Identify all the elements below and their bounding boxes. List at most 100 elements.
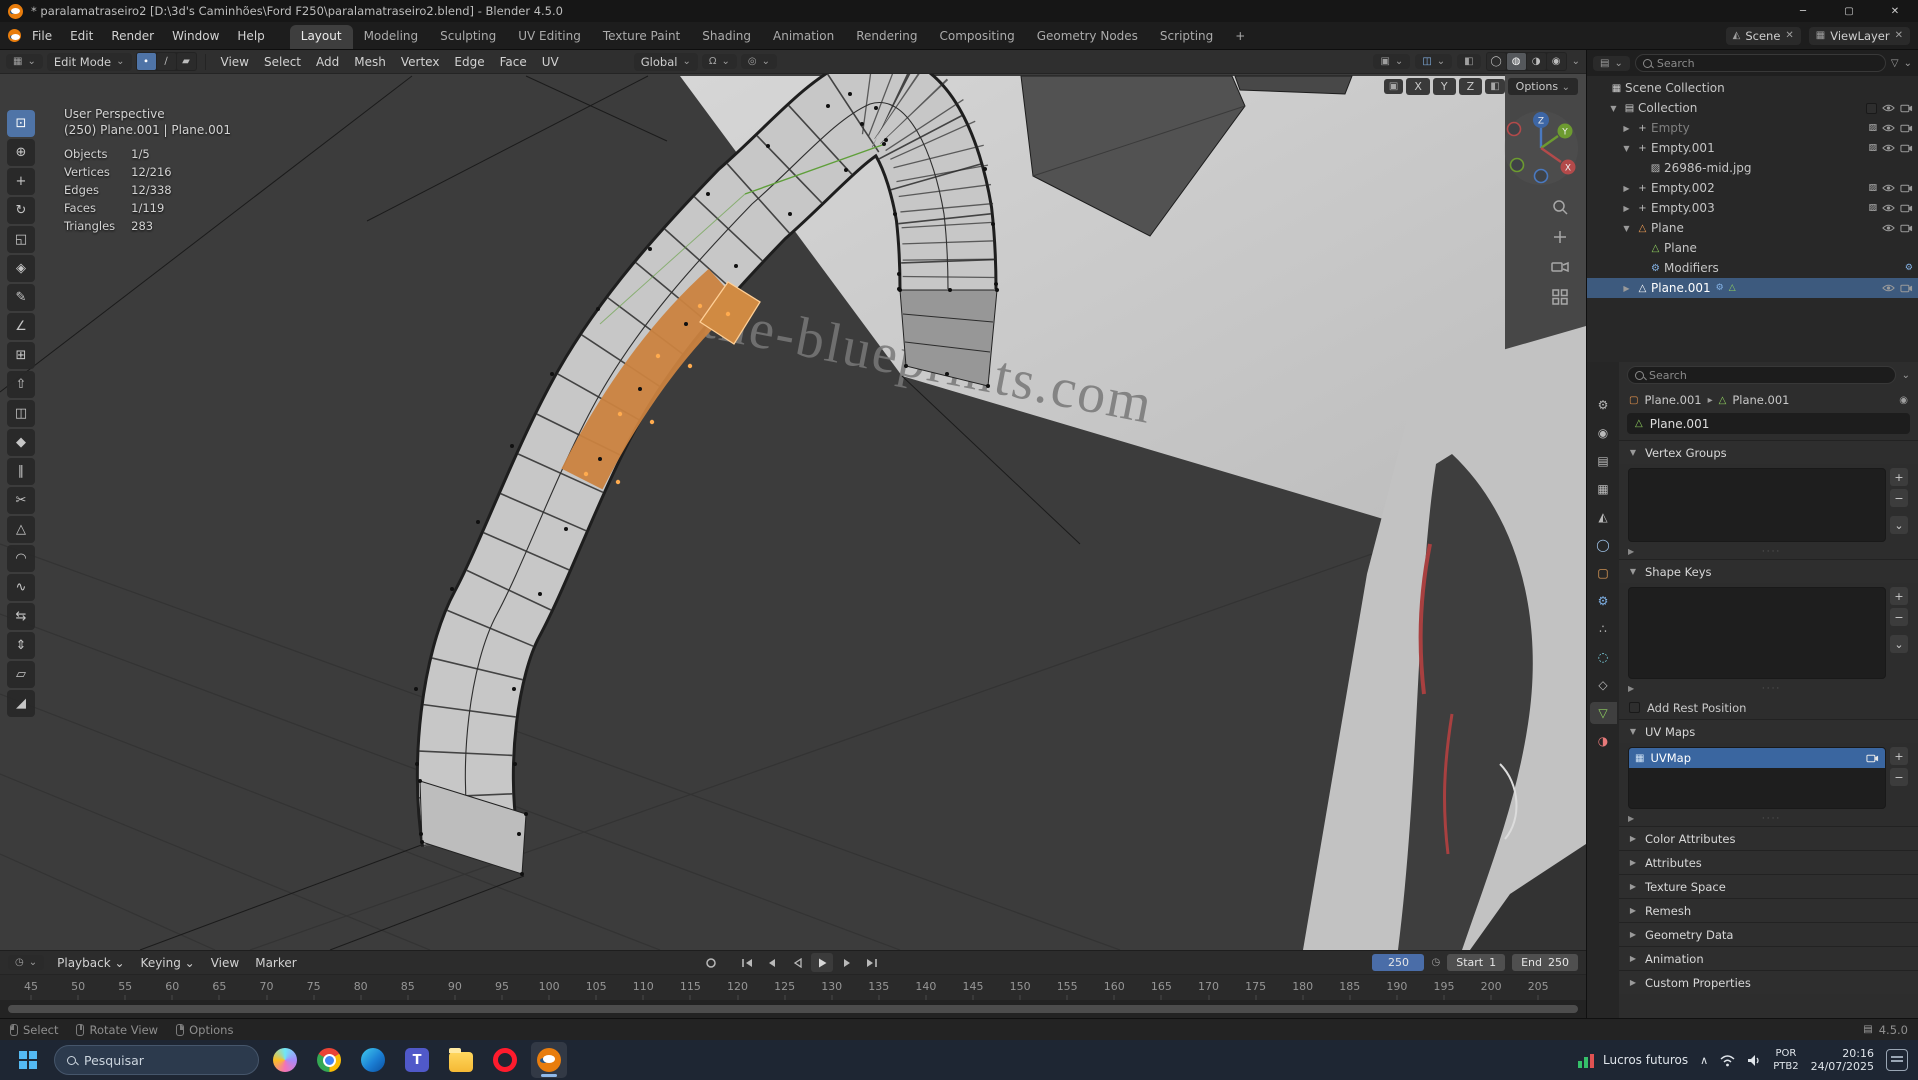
current-frame-field[interactable]: 250 bbox=[1372, 954, 1425, 971]
list-vertex-groups[interactable] bbox=[1628, 468, 1886, 542]
workspace-tab-animation[interactable]: Animation bbox=[762, 25, 845, 49]
list-item-uvmap[interactable]: ▦ UVMap bbox=[1629, 748, 1885, 768]
viewport-menu-select[interactable]: Select bbox=[257, 53, 308, 71]
hide-eye-icon[interactable] bbox=[1882, 123, 1895, 133]
hide-eye-icon[interactable] bbox=[1882, 223, 1895, 233]
add-item-button[interactable]: + bbox=[1890, 468, 1908, 486]
tool-rotate[interactable]: ↻ bbox=[7, 197, 35, 224]
blender-menu-icon[interactable] bbox=[8, 29, 21, 42]
frame-start-field[interactable]: Start 1 bbox=[1447, 954, 1506, 971]
tool-poly-build[interactable]: △ bbox=[7, 516, 35, 543]
taskbar-app-opera[interactable] bbox=[487, 1042, 523, 1078]
panel-expand-icon[interactable]: ▶ bbox=[1628, 858, 1638, 867]
tool-inset-faces[interactable]: ◫ bbox=[7, 400, 35, 427]
workspace-tab-texture-paint[interactable]: Texture Paint bbox=[592, 25, 691, 49]
add-workspace-button[interactable]: + bbox=[1224, 25, 1256, 49]
gizmos-toggle[interactable]: ▣ ⌄ bbox=[1373, 54, 1411, 69]
gizmo-z-label[interactable]: Z bbox=[1538, 117, 1544, 127]
outliner-item-empty-003[interactable]: ▶ + Empty.003 ▨ bbox=[1587, 198, 1918, 218]
timeline-menu-playback[interactable]: Playback ⌄ bbox=[50, 954, 131, 972]
properties-tab-particles[interactable]: ∴ bbox=[1590, 618, 1617, 640]
gizmo-extra-icon[interactable]: ▣ bbox=[1383, 79, 1404, 94]
expand-icon[interactable]: ▶ bbox=[1619, 284, 1634, 293]
viewlayer-selector[interactable]: ▦ ViewLayer ✕ bbox=[1808, 26, 1910, 45]
panel-header-vertex-groups[interactable]: ▼ Vertex Groups bbox=[1619, 440, 1918, 464]
properties-options-icon[interactable]: ⌄ bbox=[1902, 370, 1910, 381]
play-button[interactable] bbox=[811, 953, 833, 972]
prev-keyframe-button[interactable] bbox=[761, 953, 783, 972]
snap-toggle[interactable]: Ω ⌄ bbox=[701, 54, 737, 69]
taskbar-app-edge[interactable] bbox=[355, 1042, 391, 1078]
breadcrumb-object[interactable]: Plane.001 bbox=[1644, 393, 1701, 407]
taskbar-app-teams[interactable] bbox=[399, 1042, 435, 1078]
expand-icon[interactable]: ▶ bbox=[1619, 124, 1634, 133]
disable-render-icon[interactable] bbox=[1900, 283, 1913, 293]
rendered-shading-button[interactable]: ◉ bbox=[1546, 53, 1566, 70]
taskbar-app-file-explorer[interactable] bbox=[443, 1042, 479, 1078]
panel-expand-icon[interactable]: ▼ bbox=[1628, 727, 1638, 736]
viewport-menu-view[interactable]: View bbox=[214, 53, 256, 71]
panel-header-color-attributes[interactable]: ▶ Color Attributes bbox=[1619, 826, 1918, 850]
tool-move[interactable]: + bbox=[7, 168, 35, 195]
panel-expand-icon[interactable]: ▶ bbox=[1628, 930, 1638, 939]
minimize-button[interactable]: ─ bbox=[1780, 0, 1826, 22]
panel-header-custom-properties[interactable]: ▶ Custom Properties bbox=[1619, 970, 1918, 994]
expand-icon[interactable]: ▼ bbox=[1619, 224, 1634, 233]
language-indicator[interactable]: POR PTB2 bbox=[1773, 1047, 1798, 1073]
viewport-menu-face[interactable]: Face bbox=[493, 53, 534, 71]
viewport-3d-scene[interactable]: the-blueprints.com .com bbox=[0, 74, 1586, 950]
remove-item-button[interactable]: − bbox=[1890, 768, 1908, 786]
timeline-editor-type-button[interactable]: ◷ ⌄ bbox=[8, 955, 45, 970]
expand-icon[interactable]: ▶ bbox=[1619, 204, 1634, 213]
expand-icon[interactable]: ▼ bbox=[1619, 144, 1634, 153]
panel-expand-icon[interactable]: ▶ bbox=[1628, 954, 1638, 963]
active-render-icon[interactable] bbox=[1866, 753, 1879, 763]
start-button[interactable] bbox=[10, 1042, 46, 1078]
breadcrumb-data[interactable]: Plane.001 bbox=[1732, 393, 1789, 407]
material-shading-button[interactable]: ◑ bbox=[1526, 53, 1546, 70]
orientation-selector[interactable]: Global ⌄ bbox=[633, 52, 698, 71]
tool-add-cube[interactable]: ⊞ bbox=[7, 342, 35, 369]
pin-icon[interactable]: ◉ bbox=[1899, 395, 1908, 406]
panel-expand-icon[interactable]: ▶ bbox=[1628, 906, 1638, 915]
menu-file[interactable]: File bbox=[23, 26, 61, 46]
taskbar-app-copilot[interactable] bbox=[267, 1042, 303, 1078]
properties-tab-object[interactable]: ▢ bbox=[1590, 562, 1617, 584]
wireframe-shading-button[interactable]: ◯ bbox=[1486, 53, 1506, 70]
tool-transform[interactable]: ◈ bbox=[7, 255, 35, 282]
viewport-menu-edge[interactable]: Edge bbox=[447, 53, 491, 71]
tool-cursor[interactable]: ⊕ bbox=[7, 139, 35, 166]
exclude-checkbox[interactable] bbox=[1866, 102, 1877, 114]
view-gizmo[interactable]: Z Y X bbox=[1504, 111, 1578, 185]
outliner-item-empty-002[interactable]: ▶ + Empty.002 ▨ bbox=[1587, 178, 1918, 198]
workspace-tab-compositing[interactable]: Compositing bbox=[928, 25, 1025, 49]
gizmo-x-label[interactable]: X bbox=[1565, 164, 1571, 174]
overlays-toggle[interactable]: ◫ ⌄ bbox=[1415, 54, 1453, 69]
timeline-ruler[interactable]: 45 50 55 60 65 70 75 80 85 90 95 100 105 110 115 120 125… bbox=[0, 974, 1586, 1000]
axis-z-toggle[interactable]: Z bbox=[1458, 78, 1483, 95]
axis-y-toggle[interactable]: Y bbox=[1432, 78, 1456, 95]
jump-to-end-button[interactable] bbox=[861, 953, 883, 972]
solid-shading-button[interactable]: ◍ bbox=[1506, 53, 1526, 70]
network-icon[interactable] bbox=[1720, 1054, 1735, 1067]
properties-tab-world[interactable]: ◯ bbox=[1590, 534, 1617, 556]
properties-tab-scene[interactable]: ◭ bbox=[1590, 506, 1617, 528]
next-keyframe-button[interactable] bbox=[836, 953, 858, 972]
list-shape-keys[interactable] bbox=[1628, 587, 1886, 679]
unlink-scene-icon[interactable]: ✕ bbox=[1785, 30, 1793, 41]
properties-tab-constraints[interactable]: ◇ bbox=[1590, 674, 1617, 696]
timeline-scrollbar-thumb[interactable] bbox=[8, 1005, 1578, 1013]
timeline-scrollbar[interactable] bbox=[0, 1000, 1586, 1018]
tool-spin[interactable]: ◠ bbox=[7, 545, 35, 572]
tool-knife[interactable]: ✂ bbox=[7, 487, 35, 514]
panel-header-animation[interactable]: ▶ Animation bbox=[1619, 946, 1918, 970]
workspace-tab-geometry-nodes[interactable]: Geometry Nodes bbox=[1026, 25, 1149, 49]
expand-icon[interactable]: ▶ bbox=[1619, 184, 1634, 193]
timeline-menu-view[interactable]: View bbox=[204, 954, 246, 972]
viewport-menu-add[interactable]: Add bbox=[309, 53, 346, 71]
outliner-editor-type-button[interactable]: ▤ ⌄ bbox=[1593, 55, 1630, 71]
viewport-3d[interactable]: the-blueprints.com .com bbox=[0, 74, 1586, 950]
use-preview-range-icon[interactable]: ◷ bbox=[1431, 957, 1440, 968]
panel-expand-icon[interactable]: ▶ bbox=[1628, 882, 1638, 891]
outliner-item-empty[interactable]: ▶ + Empty ▨ bbox=[1587, 118, 1918, 138]
